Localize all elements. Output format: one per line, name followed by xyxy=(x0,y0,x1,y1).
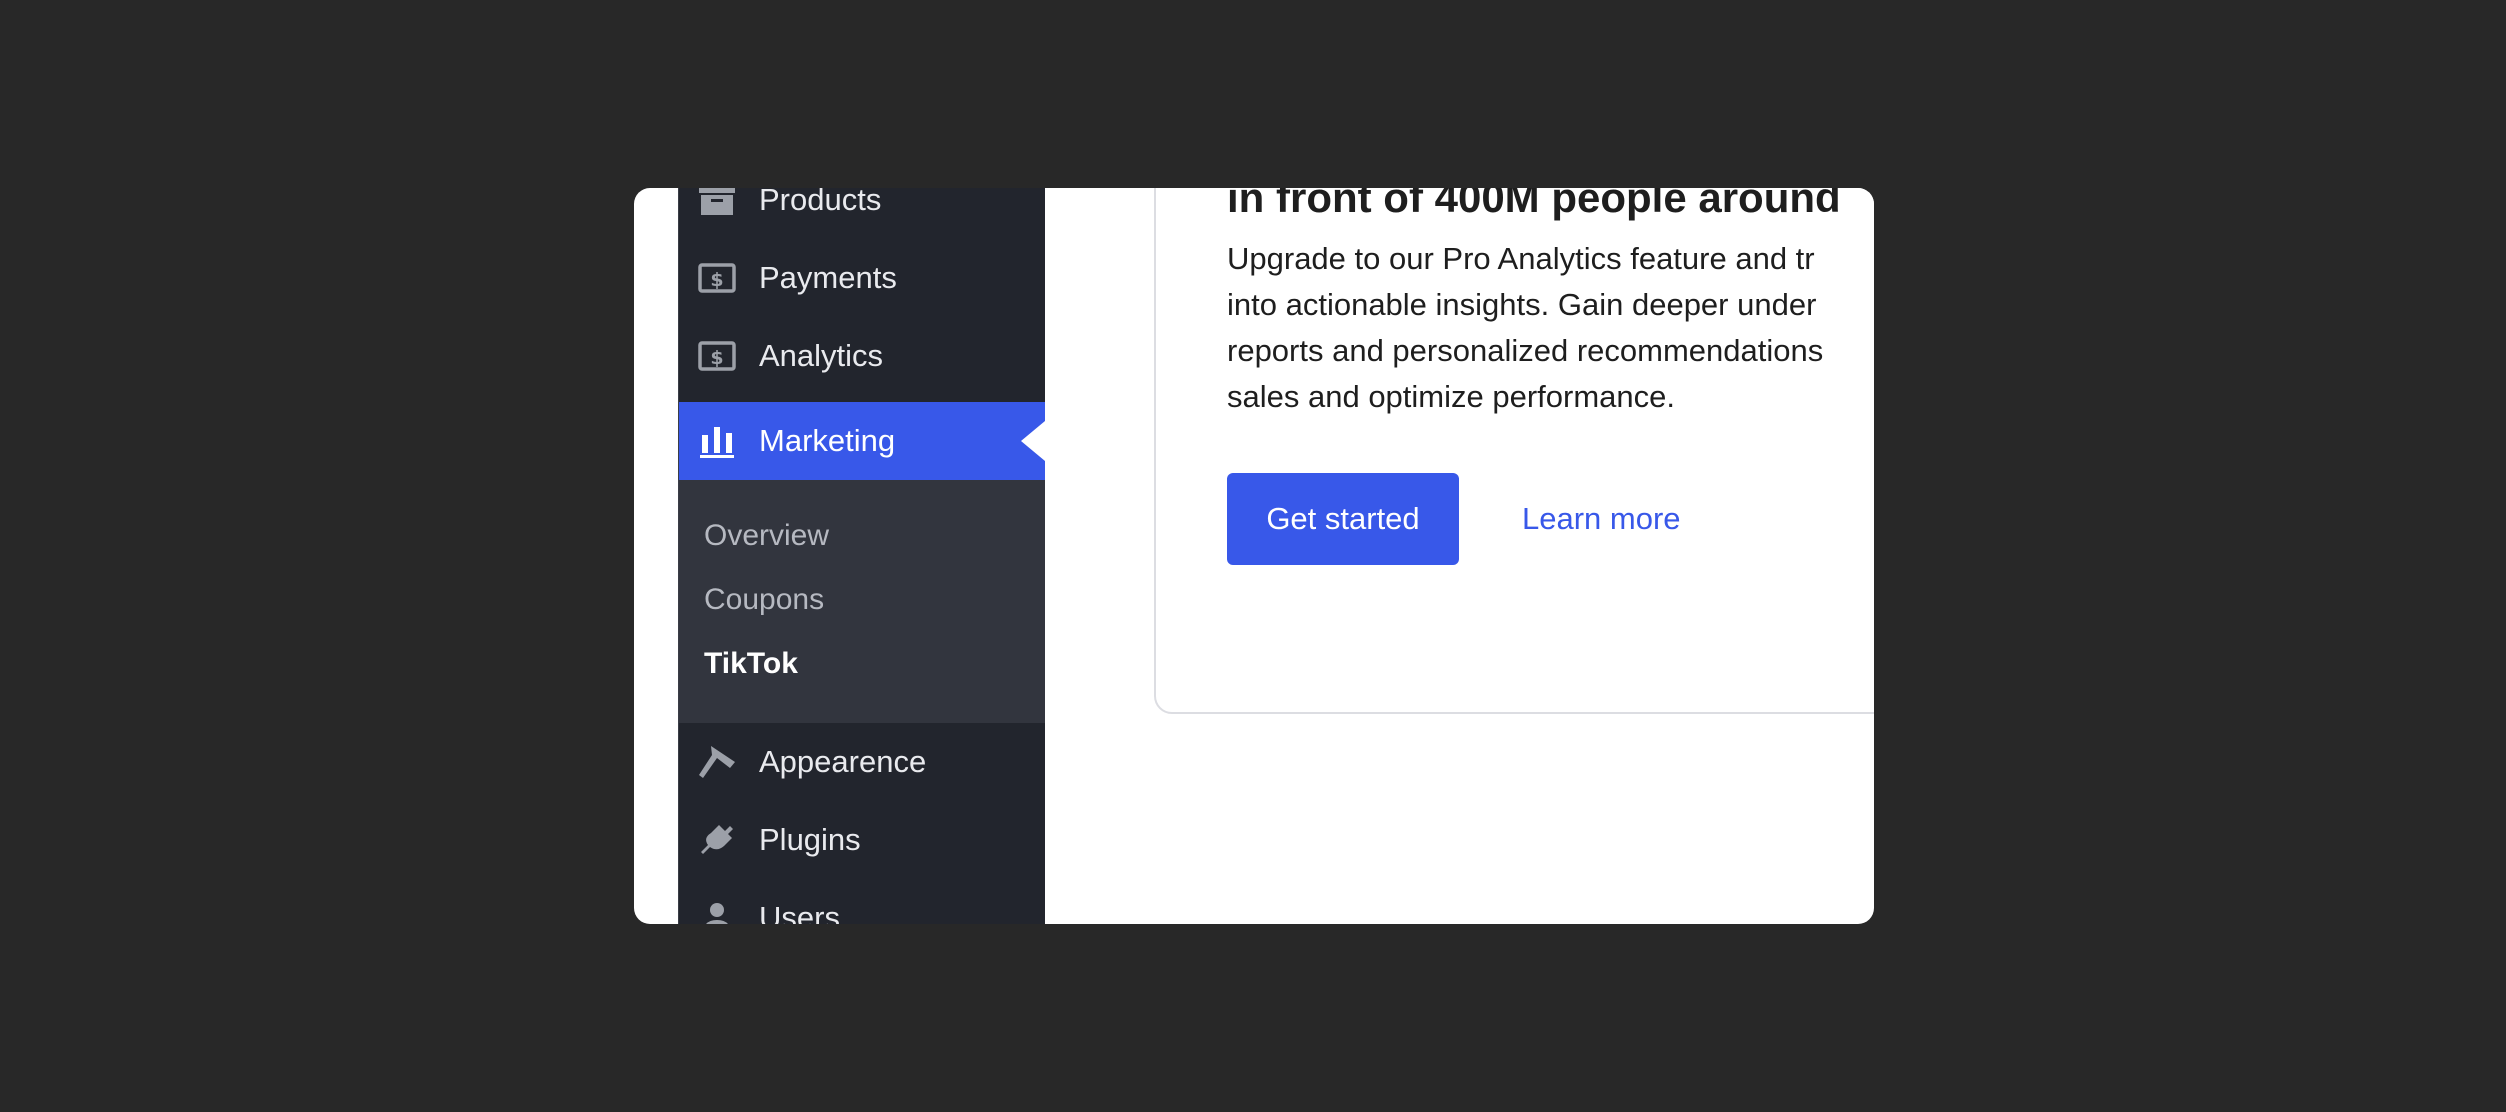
sidebar-item-label: Users xyxy=(759,900,840,924)
dollar-icon: $ xyxy=(697,258,737,298)
description-line: into actionable insights. Gain deeper un… xyxy=(1227,287,1817,322)
submenu-item-coupons[interactable]: Coupons xyxy=(704,583,824,617)
description-line: reports and personalized recommendations xyxy=(1227,333,1824,368)
bar-chart-icon xyxy=(697,421,737,461)
sidebar-item-label: Analytics xyxy=(759,338,884,373)
sidebar-item-label: Appearence xyxy=(759,744,927,779)
submenu-item-overview[interactable]: Overview xyxy=(704,519,829,553)
sidebar-item-payments[interactable]: $ Payments xyxy=(679,239,1045,317)
user-icon xyxy=(697,898,737,924)
sidebar-item-plugins[interactable]: Plugins xyxy=(679,801,1045,879)
active-indicator xyxy=(1021,421,1045,461)
archive-icon xyxy=(697,188,737,220)
svg-text:$: $ xyxy=(710,269,723,291)
card-description: Upgrade to our Pro Analytics feature and… xyxy=(1227,236,1874,420)
get-started-button[interactable]: Get started xyxy=(1227,473,1459,565)
sidebar-item-users[interactable]: Users xyxy=(679,879,1045,924)
svg-text:$: $ xyxy=(710,347,723,369)
app-window: Products $ Payments $ Analytics Marketin… xyxy=(634,188,1874,924)
description-line: sales and optimize performance. xyxy=(1227,379,1676,414)
submenu-item-tiktok[interactable]: TikTok xyxy=(704,647,798,681)
description-line: Upgrade to our Pro Analytics feature and… xyxy=(1227,241,1815,276)
admin-sidebar: Products $ Payments $ Analytics Marketin… xyxy=(678,188,1045,924)
sidebar-item-label: Payments xyxy=(759,260,897,295)
sidebar-item-label: Marketing xyxy=(759,423,896,458)
learn-more-link[interactable]: Learn more xyxy=(1522,473,1681,565)
brush-icon xyxy=(697,742,737,782)
plug-icon xyxy=(697,820,737,860)
sidebar-item-products[interactable]: Products xyxy=(679,188,1045,239)
sidebar-item-analytics[interactable]: $ Analytics xyxy=(679,317,1045,395)
sidebar-item-label: Products xyxy=(759,188,882,217)
sidebar-item-appearence[interactable]: Appearence xyxy=(679,723,1045,801)
sidebar-item-label: Plugins xyxy=(759,822,861,857)
sidebar-item-marketing[interactable]: Marketing xyxy=(679,402,1045,480)
marketing-submenu: Overview Coupons TikTok xyxy=(679,480,1045,723)
card-headline: in front of 400M people around xyxy=(1227,188,1841,221)
dollar-icon: $ xyxy=(697,336,737,376)
